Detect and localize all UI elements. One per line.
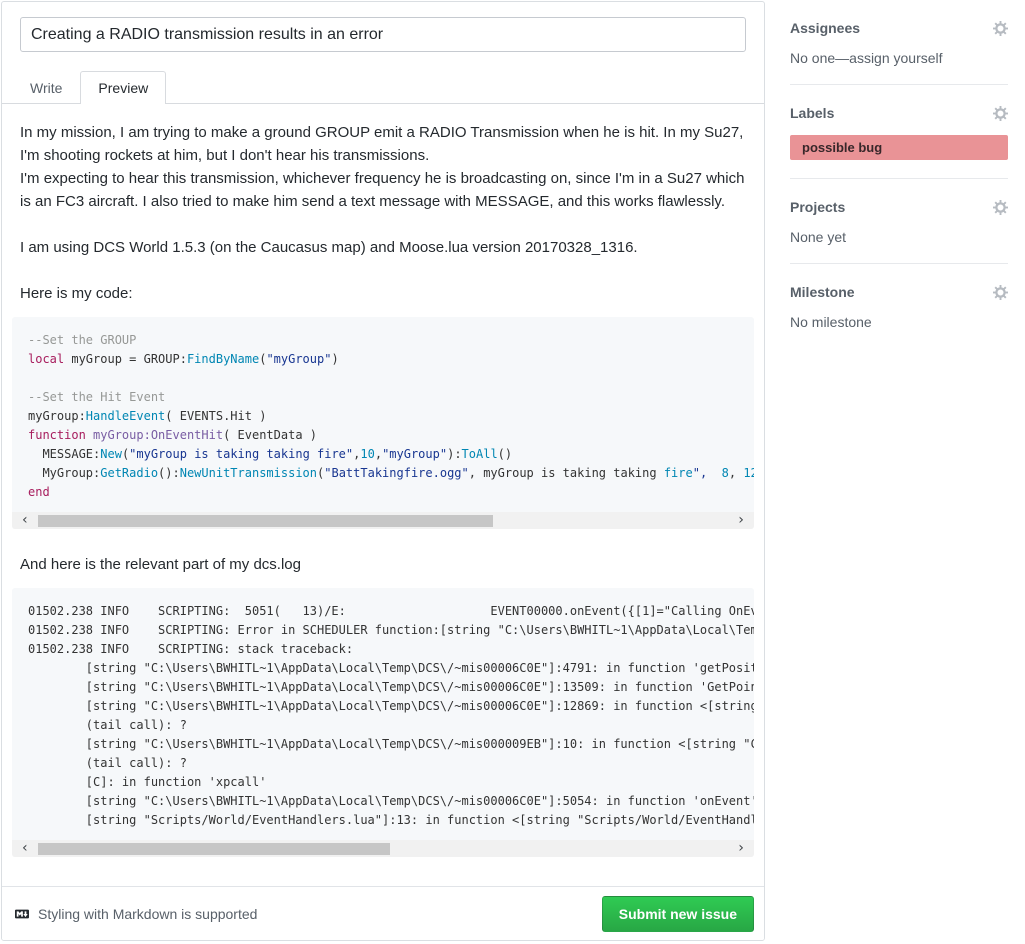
scrollbar-thumb[interactable] bbox=[38, 843, 390, 855]
label-possible-bug[interactable]: possible bug bbox=[790, 135, 1008, 160]
milestone-gear-button[interactable] bbox=[993, 285, 1008, 300]
issue-form-footer: Styling with Markdown is supported Submi… bbox=[2, 886, 764, 940]
log-horizontal-scrollbar[interactable]: ‹ › bbox=[12, 840, 754, 857]
labels-gear-button[interactable] bbox=[993, 106, 1008, 121]
scroll-right-icon[interactable]: › bbox=[728, 512, 754, 529]
issue-body-paragraph-3: Here is my code: bbox=[20, 282, 746, 305]
sidebar-section-labels: Labels possible bug bbox=[790, 85, 1008, 179]
issue-body-paragraph-4: And here is the relevant part of my dcs.… bbox=[20, 553, 746, 576]
assign-yourself-link[interactable]: assign yourself bbox=[849, 50, 942, 66]
gear-icon bbox=[993, 106, 1008, 121]
projects-gear-button[interactable] bbox=[993, 200, 1008, 215]
issue-body-paragraph-1: In my mission, I am trying to make a gro… bbox=[20, 121, 746, 213]
milestone-empty-text: No milestone bbox=[790, 314, 1008, 330]
new-issue-panel: Write Preview In my mission, I am trying… bbox=[1, 1, 765, 941]
scroll-left-icon[interactable]: ‹ bbox=[12, 512, 38, 529]
projects-empty-text: None yet bbox=[790, 229, 1008, 245]
paragraph-1-line-2: I'm expecting to hear this transmission,… bbox=[20, 170, 744, 210]
dcs-log-block: 01502.238 INFO SCRIPTING: 5051( 13)/E: E… bbox=[12, 588, 754, 857]
gear-icon bbox=[993, 200, 1008, 215]
scrollbar-track[interactable] bbox=[38, 515, 728, 527]
markdown-note-text: Styling with Markdown is supported bbox=[38, 906, 257, 922]
issue-body-paragraph-2: I am using DCS World 1.5.3 (on the Cauca… bbox=[20, 236, 746, 259]
submit-new-issue-button[interactable]: Submit new issue bbox=[602, 896, 754, 932]
code-block-lines: --Set the GROUPlocal myGroup = GROUP:Fin… bbox=[28, 331, 754, 502]
assignees-heading: Assignees bbox=[790, 20, 860, 36]
tab-write[interactable]: Write bbox=[12, 71, 80, 104]
log-block-lines: 01502.238 INFO SCRIPTING: 5051( 13)/E: E… bbox=[28, 602, 754, 830]
code-horizontal-scrollbar[interactable]: ‹ › bbox=[12, 512, 754, 529]
issue-sidebar: Assignees No one—assign yourself bbox=[790, 0, 1008, 348]
gear-icon bbox=[993, 285, 1008, 300]
scrollbar-thumb[interactable] bbox=[38, 515, 493, 527]
assignees-gear-button[interactable] bbox=[993, 21, 1008, 36]
labels-heading: Labels bbox=[790, 105, 834, 121]
issue-title-wrap bbox=[2, 2, 764, 52]
lua-code-block: --Set the GROUPlocal myGroup = GROUP:Fin… bbox=[12, 317, 754, 529]
sidebar-section-milestone: Milestone No milestone bbox=[790, 264, 1008, 348]
preview-pane: In my mission, I am trying to make a gro… bbox=[2, 104, 764, 857]
tab-preview[interactable]: Preview bbox=[80, 71, 166, 104]
sidebar-section-projects: Projects None yet bbox=[790, 179, 1008, 264]
projects-heading: Projects bbox=[790, 199, 845, 215]
assignees-empty-text: No one— bbox=[790, 50, 849, 66]
scroll-right-icon[interactable]: › bbox=[728, 840, 754, 857]
scroll-left-icon[interactable]: ‹ bbox=[12, 840, 38, 857]
gear-icon bbox=[993, 21, 1008, 36]
markdown-support-note[interactable]: Styling with Markdown is supported bbox=[12, 906, 257, 922]
write-preview-tabs: Write Preview bbox=[2, 71, 764, 104]
sidebar-section-assignees: Assignees No one—assign yourself bbox=[790, 0, 1008, 85]
markdown-icon bbox=[12, 907, 32, 921]
milestone-heading: Milestone bbox=[790, 284, 855, 300]
issue-title-input[interactable] bbox=[20, 17, 746, 52]
paragraph-1-line-1: In my mission, I am trying to make a gro… bbox=[20, 124, 743, 164]
scrollbar-track[interactable] bbox=[38, 843, 728, 855]
